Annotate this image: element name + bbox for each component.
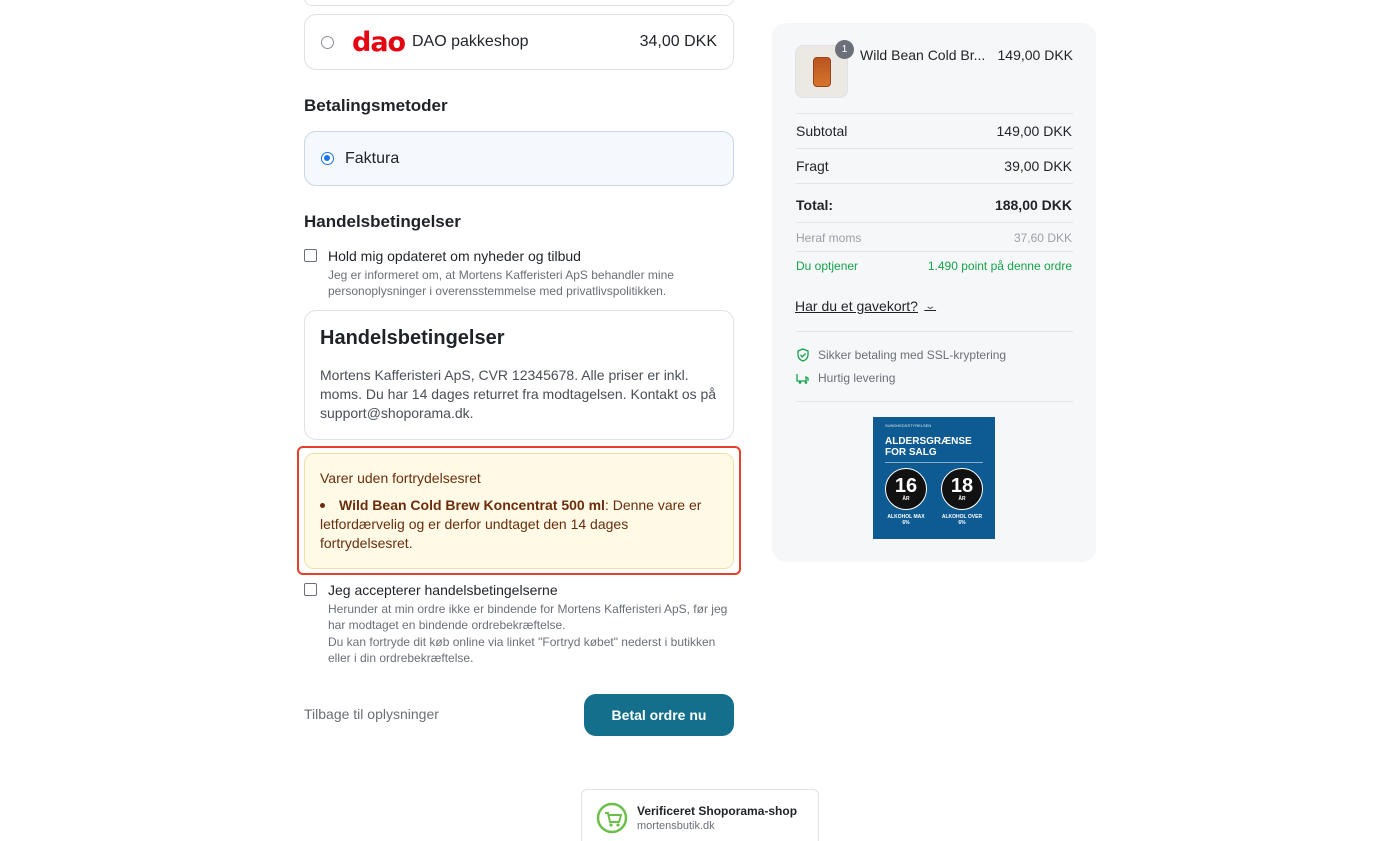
- summary-divider: [796, 401, 1073, 402]
- summary-divider: [796, 331, 1073, 332]
- terms-box: Handelsbetingelser Mortens Kafferisteri …: [304, 310, 734, 440]
- accept-terms-label[interactable]: Jeg accepterer handelsbetingelserne: [328, 581, 734, 599]
- vat-value: 37,60 DKK: [1013, 231, 1072, 245]
- summary-product-price: 149,00 DKK: [997, 47, 1074, 63]
- age-limit-sign: SUNDHEDSSTYRELSEN ALDERSGRÆNSE FOR SALG …: [873, 417, 995, 539]
- warning-item-name: Wild Bean Cold Brew Koncentrat 500 ml: [339, 497, 605, 513]
- feature-ssl: Sikker betaling med SSL-kryptering: [796, 348, 1006, 362]
- newsletter-row: Hold mig opdateret om nyheder og tilbud …: [304, 247, 734, 299]
- newsletter-subtext: Jeg er informeret om, at Mortens Kafferi…: [328, 268, 674, 298]
- summary-divider: [796, 183, 1073, 184]
- age-16-circle: 16 ÅR: [885, 468, 927, 510]
- age-sign-divider: [885, 462, 983, 463]
- vat-row: Heraf moms 37,60 DKK: [796, 231, 1072, 245]
- payment-option-invoice[interactable]: Faktura: [304, 131, 734, 186]
- accept-terms-subtext-2: Du kan fortryde dit køb online via linke…: [328, 635, 716, 665]
- age-16-unit: ÅR: [902, 496, 910, 502]
- shipping-row: Fragt 39,00 DKK: [796, 158, 1072, 174]
- verified-title: Verificeret Shoporama-shop: [637, 804, 798, 818]
- points-value: 1.490 point på denne ordre: [927, 259, 1072, 273]
- total-label: Total:: [796, 197, 834, 213]
- shield-check-icon: [797, 348, 809, 362]
- shipping-option-dao[interactable]: dao DAO pakkeshop 34,00 DKK: [304, 14, 734, 70]
- accept-terms-checkbox[interactable]: [304, 583, 317, 596]
- shipping-option-previous[interactable]: [304, 0, 734, 6]
- age-16-number: 16: [894, 475, 918, 497]
- shipping-label: Fragt: [796, 158, 829, 174]
- giftcard-toggle[interactable]: Har du et gavekort? ⌄: [795, 298, 937, 314]
- feature-ssl-text: Sikker betaling med SSL-kryptering: [818, 348, 1007, 362]
- accept-terms-row: Jeg accepterer handelsbetingelserne Heru…: [304, 581, 734, 666]
- back-to-info-link[interactable]: Tilbage til oplysninger: [304, 706, 439, 722]
- age-sign-authority: SUNDHEDSSTYRELSEN: [885, 423, 932, 428]
- shipping-option-price: 34,00 DKK: [639, 33, 717, 50]
- warning-item: Wild Bean Cold Brew Koncentrat 500 ml: D…: [320, 496, 718, 553]
- age-sign-title: ALDERSGRÆNSE FOR SALG: [885, 436, 972, 458]
- accept-terms-subtext-1: Herunder at min ordre ikke er bindende f…: [328, 602, 728, 632]
- terms-box-title: Handelsbetingelser: [320, 327, 505, 349]
- chevron-down-icon: ⌄: [924, 300, 937, 312]
- shipping-radio-dao[interactable]: [321, 35, 334, 49]
- subtotal-row: Subtotal 149,00 DKK: [796, 123, 1072, 139]
- shipping-option-name: DAO pakkeshop: [412, 33, 529, 50]
- product-jar-image: [812, 56, 831, 87]
- age-16-caption: ALKOHOL MAX 6%: [887, 514, 925, 526]
- terms-box-body: Mortens Kafferisteri ApS, CVR 12345678. …: [320, 367, 717, 421]
- total-row: Total: 188,00 DKK: [796, 197, 1072, 213]
- summary-divider: [796, 222, 1073, 223]
- no-withdrawal-warning: Varer uden fortrydelsesret Wild Bean Col…: [304, 453, 734, 569]
- vat-label: Heraf moms: [796, 231, 862, 245]
- giftcard-label: Har du et gavekort?: [795, 298, 918, 314]
- shipping-value: 39,00 DKK: [1004, 158, 1072, 174]
- verified-domain: mortensbutik.dk: [637, 820, 715, 832]
- newsletter-label[interactable]: Hold mig opdateret om nyheder og tilbud: [328, 247, 734, 265]
- age-18-number: 18: [950, 475, 974, 497]
- warning-title: Varer uden fortrydelsesret: [320, 470, 481, 486]
- quantity-badge: 1: [835, 40, 854, 59]
- age-18-caption: ALKOHOL OVER 6%: [941, 514, 983, 526]
- terms-heading: Handelsbetingelser: [304, 212, 461, 231]
- subtotal-value: 149,00 DKK: [996, 123, 1073, 139]
- total-value: 188,00 DKK: [994, 197, 1072, 213]
- payment-heading: Betalingsmetoder: [304, 96, 448, 115]
- feature-delivery: Hurtig levering: [796, 371, 895, 385]
- points-label: Du optjener: [796, 259, 859, 273]
- newsletter-checkbox[interactable]: [304, 249, 317, 262]
- verified-shop-badge[interactable]: Verificeret Shoporama-shop mortensbutik.…: [581, 789, 819, 841]
- summary-divider: [796, 148, 1073, 149]
- payment-option-label: Faktura: [345, 149, 400, 167]
- feature-delivery-text: Hurtig levering: [818, 371, 896, 385]
- verified-cart-icon: [596, 802, 628, 834]
- delivery-truck-icon: [796, 374, 809, 384]
- payment-radio-invoice[interactable]: [321, 152, 334, 165]
- summary-divider: [796, 113, 1073, 114]
- age-18-unit: ÅR: [958, 496, 966, 502]
- summary-product-name: Wild Bean Cold Br...: [860, 47, 986, 63]
- summary-divider: [796, 251, 1073, 252]
- subtotal-label: Subtotal: [796, 123, 848, 139]
- age-18-circle: 18 ÅR: [941, 468, 983, 510]
- pay-order-button[interactable]: Betal ordre nu: [584, 694, 734, 736]
- points-row: Du optjener 1.490 point på denne ordre: [796, 259, 1072, 273]
- dao-logo: dao: [352, 26, 406, 58]
- warning-bullet: [320, 503, 325, 508]
